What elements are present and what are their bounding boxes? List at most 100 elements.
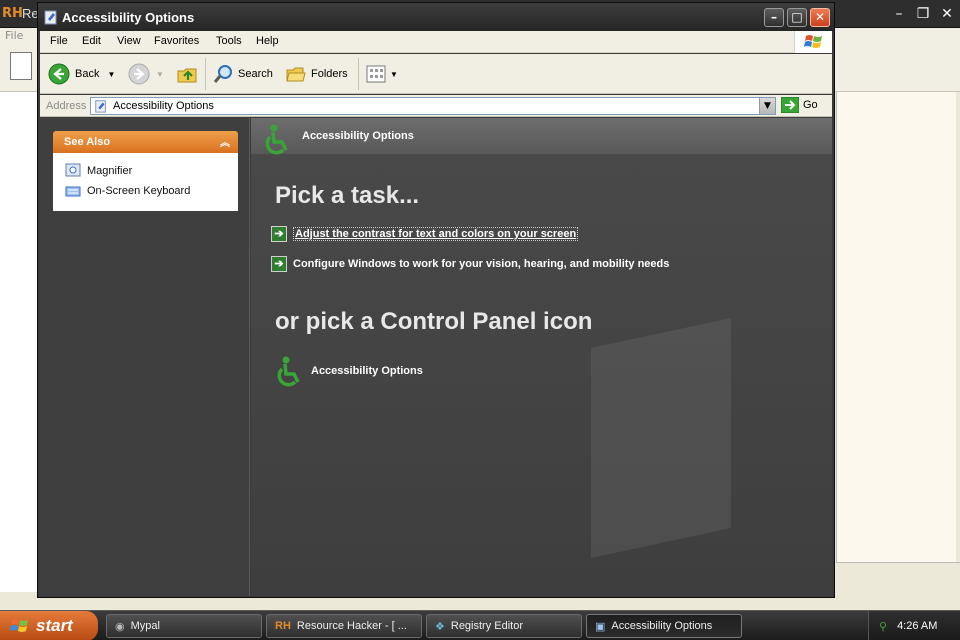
resource-hacker-icon: RH: [275, 620, 291, 632]
address-dropdown-icon[interactable]: ▼: [759, 98, 775, 114]
accessibility-options-icon: [277, 356, 300, 387]
resource-hacker-logo-icon: RH: [2, 6, 23, 21]
task-arrow-icon: ➔: [271, 256, 287, 272]
forward-dropdown-icon[interactable]: ▼: [156, 70, 164, 79]
background-status-area: [836, 562, 960, 590]
control-panel-taskbar-icon: ▣: [595, 620, 606, 633]
see-also-header[interactable]: See Also ︽: [53, 131, 238, 153]
bg-maximize-button[interactable]: ❐: [912, 4, 934, 24]
menu-favorites[interactable]: Favorites: [154, 35, 199, 47]
taskbar-label-registry-editor: Registry Editor: [450, 620, 524, 632]
network-tray-icon[interactable]: ⚲: [879, 620, 887, 633]
toolbar-separator-2: [358, 58, 359, 90]
category-header-title: Accessibility Options: [302, 130, 414, 142]
see-also-label-magnifier: Magnifier: [87, 165, 133, 177]
address-control-panel-icon: [95, 100, 106, 113]
forward-arrow-icon: [128, 63, 150, 85]
address-value: Accessibility Options: [113, 100, 214, 112]
up-folder-button[interactable]: [176, 62, 198, 86]
taskbar-button-accessibility-options[interactable]: ▣ Accessibility Options: [586, 614, 742, 638]
taskbar-label-accessibility-options: Accessibility Options: [611, 620, 713, 632]
keyboard-icon: [65, 186, 81, 197]
background-left-panel: [0, 92, 38, 592]
collapse-chevron-icon[interactable]: ︽: [220, 134, 230, 149]
main-content: Accessibility Options Pick a task... ➔ A…: [251, 118, 832, 596]
taskbar-button-resource-hacker[interactable]: RH Resource Hacker - [ ...: [266, 614, 422, 638]
windows-flag-icon: [10, 619, 28, 632]
standard-toolbar: Back ▼ ▼ Search Folders ▼: [40, 54, 832, 94]
views-icon: [366, 65, 386, 83]
control-panel-icon-accessibility-options[interactable]: Accessibility Options: [271, 354, 423, 388]
task-arrow-icon: ➔: [271, 226, 287, 242]
accessibility-options-window: Accessibility Options – □ ✕ File Edit Vi…: [37, 2, 835, 598]
window-title: Accessibility Options: [62, 10, 195, 25]
menu-file[interactable]: File: [50, 35, 68, 47]
folders-button[interactable]: Folders: [285, 62, 348, 86]
menu-help[interactable]: Help: [256, 35, 279, 47]
views-button[interactable]: ▼: [365, 62, 398, 86]
back-button[interactable]: Back ▼: [48, 62, 115, 86]
back-label: Back: [75, 68, 100, 80]
search-label: Search: [238, 68, 273, 80]
category-watermark-icon: [591, 318, 731, 558]
address-bar: Address Accessibility Options ▼ Go: [40, 95, 832, 117]
pick-task-heading: Pick a task...: [275, 182, 420, 209]
control-panel-heading: or pick a Control Panel icon: [275, 308, 593, 335]
see-also-title: See Also: [64, 136, 111, 148]
task-adjust-contrast[interactable]: ➔ Adjust the contrast for text and color…: [271, 226, 579, 242]
search-icon: [213, 65, 232, 83]
control-panel-icon-label: Accessibility Options: [311, 365, 423, 377]
mypal-icon: ◉: [115, 620, 125, 633]
minimize-button[interactable]: –: [764, 8, 784, 27]
forward-button[interactable]: ▼: [128, 62, 164, 86]
address-label: Address: [46, 100, 87, 112]
address-field[interactable]: Accessibility Options ▼: [90, 97, 776, 115]
bg-menu-file[interactable]: File: [5, 29, 23, 42]
bg-minimize-button[interactable]: –: [888, 4, 910, 24]
search-button[interactable]: Search: [212, 62, 273, 86]
accessibility-icon: [265, 124, 288, 155]
task-pane: See Also ︽ Magnifier On-Screen Keyboard: [40, 118, 250, 596]
new-document-icon[interactable]: [10, 52, 32, 80]
magnifier-icon: [65, 163, 81, 177]
background-right-panel: [836, 92, 956, 562]
folders-icon: [286, 67, 306, 82]
window-titlebar[interactable]: Accessibility Options – □ ✕: [38, 3, 834, 31]
menu-edit[interactable]: Edit: [82, 35, 101, 47]
bg-close-button[interactable]: ✕: [936, 4, 958, 24]
start-label: start: [36, 616, 73, 635]
see-also-item-onscreen-keyboard[interactable]: On-Screen Keyboard: [65, 183, 190, 199]
registry-editor-icon: ❖: [435, 620, 445, 633]
folders-label: Folders: [311, 68, 348, 80]
menu-view[interactable]: View: [117, 35, 141, 47]
task-label-configure-windows: Configure Windows to work for your visio…: [293, 258, 670, 270]
taskbar-button-registry-editor[interactable]: ❖ Registry Editor: [426, 614, 582, 638]
category-header: Accessibility Options: [251, 118, 832, 155]
see-also-label-onscreen-keyboard: On-Screen Keyboard: [87, 185, 191, 197]
start-button[interactable]: start: [0, 611, 98, 640]
task-label-adjust-contrast: Adjust the contrast for text and colors …: [293, 227, 579, 241]
menubar: File Edit View Favorites Tools Help: [40, 31, 832, 53]
clock[interactable]: 4:26 AM: [897, 620, 937, 632]
task-configure-windows[interactable]: ➔ Configure Windows to work for your vis…: [271, 256, 669, 272]
views-dropdown-icon: ▼: [390, 69, 398, 79]
toolbar-separator: [205, 58, 206, 90]
system-tray: ⚲ 4:26 AM: [868, 611, 960, 640]
up-folder-icon: [177, 68, 197, 83]
control-panel-icon: [44, 10, 57, 25]
go-button[interactable]: Go: [781, 97, 818, 113]
taskbar: start ◉ Mypal RH Resource Hacker - [ ...…: [0, 610, 960, 640]
back-dropdown-icon[interactable]: ▼: [107, 70, 115, 79]
close-button[interactable]: ✕: [810, 8, 830, 27]
maximize-button[interactable]: □: [787, 8, 807, 27]
windows-logo-icon: [794, 31, 832, 53]
taskbar-button-mypal[interactable]: ◉ Mypal: [106, 614, 262, 638]
go-arrow-icon: [781, 97, 799, 113]
see-also-item-magnifier[interactable]: Magnifier: [65, 163, 132, 179]
taskbar-label-resource-hacker: Resource Hacker - [ ...: [296, 620, 407, 632]
see-also-list: Magnifier On-Screen Keyboard: [53, 153, 238, 211]
go-label: Go: [803, 99, 818, 111]
back-arrow-icon: [48, 63, 70, 85]
menu-tools[interactable]: Tools: [216, 35, 242, 47]
taskbar-label-mypal: Mypal: [130, 620, 160, 632]
